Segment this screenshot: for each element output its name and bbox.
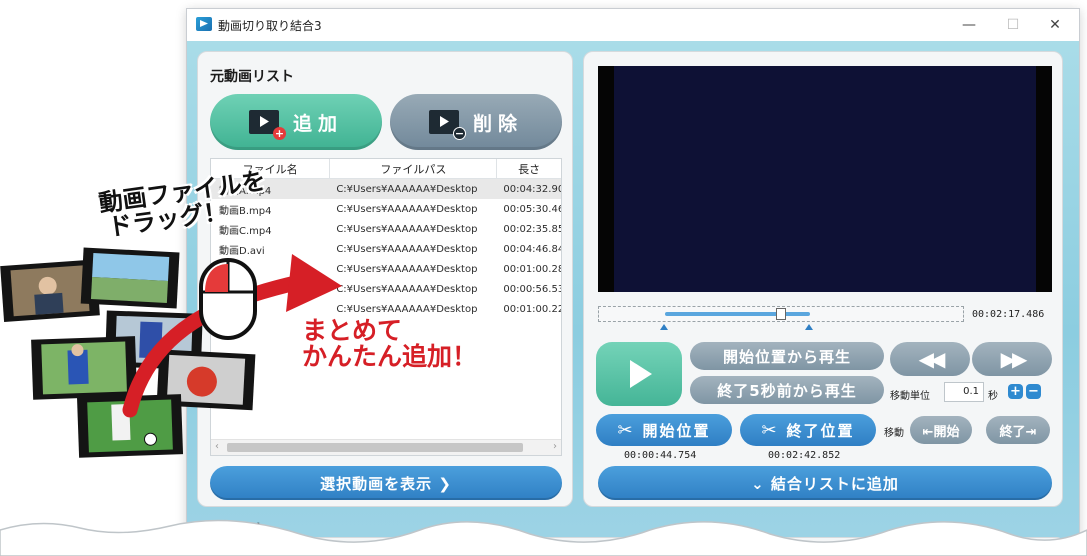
play-5s-before-end-button[interactable]: 終了5秒前から再生 (690, 376, 884, 404)
join-column-end[interactable]: 終了位 (518, 546, 548, 556)
play-from-start-button[interactable]: 開始位置から再生 (690, 342, 884, 370)
decrease-unit-button[interactable]: − (1026, 384, 1041, 399)
set-start-position-button[interactable]: ✂ 開始位置 (596, 414, 732, 446)
row-length: 00:04:46.84 (503, 243, 562, 255)
row-path: C:¥Users¥AAAAAA¥Desktop (336, 223, 478, 235)
table-row[interactable]: C:¥Users¥AAAAAA¥Desktop 00:01:00.28 (211, 259, 561, 279)
row-length: 00:02:35.85 (503, 223, 562, 235)
table-row[interactable]: 動画C.mp4 C:¥Users¥AAAAAA¥Desktop 00:02:35… (211, 219, 561, 239)
column-header-length[interactable]: 長さ (497, 159, 561, 178)
add-to-join-list-button[interactable]: ⌄ 結合リストに追加 (598, 466, 1052, 500)
row-length: 00:01:00.22 (503, 303, 562, 315)
delete-button-label: 削除 (472, 112, 523, 135)
source-list-panel: 元動画リスト + 追加 − 削除 ファイル名 ファイルパス 長さ 動画A.mp4… (197, 51, 573, 507)
film-remove-icon: − (428, 110, 466, 140)
end-position-label: 終了位置 (786, 421, 855, 440)
add-button[interactable]: + 追加 (210, 94, 382, 150)
scroll-right-icon[interactable]: › (553, 441, 557, 452)
add-callout-line1: まとめて (302, 316, 403, 345)
minimize-button[interactable]: — (949, 13, 989, 37)
row-name: 動画D.avi (219, 245, 265, 257)
scissors-icon: ✂ (761, 419, 777, 441)
table-row[interactable]: 動画D.avi C:¥Users¥AAAAAA¥Desktop 00:04:46… (211, 239, 561, 259)
scrollbar-thumb[interactable] (227, 443, 523, 452)
seek-selection-range (664, 312, 811, 316)
end-time: 00:02:42.852 (768, 450, 841, 461)
row-length: 00:05:30.46 (503, 203, 562, 215)
close-button[interactable]: ✕ (1035, 13, 1075, 37)
play-button[interactable] (596, 342, 682, 406)
table-row[interactable]: C:¥Users¥AAAAAA¥Desktop 00:00:56.53 (211, 279, 561, 299)
app-icon (196, 17, 212, 31)
start-time: 00:00:44.754 (624, 450, 697, 461)
horizontal-scrollbar[interactable]: ‹ › (211, 439, 561, 455)
app-window: 動画切り取り結合3 — ☐ ✕ 元動画リスト + 追加 − 削除 ファイル名 フ… (186, 8, 1080, 556)
window-title: 動画切り取り結合3 (218, 19, 322, 33)
move-to-start-button[interactable]: ⇤開始 (910, 416, 972, 444)
end-marker-icon[interactable] (805, 324, 814, 330)
row-path: C:¥Users¥AAAAAA¥Desktop (336, 283, 478, 295)
start-position-label: 開始位置 (642, 421, 711, 440)
film-add-icon: + (248, 110, 286, 140)
stage: 動画切り取り結合3 — ☐ ✕ 元動画リスト + 追加 − 削除 ファイル名 フ… (0, 0, 1087, 556)
source-list-label: 元動画リスト (210, 69, 294, 85)
increase-unit-button[interactable]: + (1008, 384, 1023, 399)
scroll-left-icon[interactable]: ‹ (215, 441, 219, 452)
start-marker-icon[interactable] (659, 324, 668, 330)
maximize-button[interactable]: ☐ (993, 13, 1033, 37)
row-path: C:¥Users¥AAAAAA¥Desktop (336, 263, 478, 275)
set-end-position-button[interactable]: ✂ 終了位置 (740, 414, 876, 446)
move-unit-input[interactable]: 0.1 (944, 382, 984, 402)
row-path: C:¥Users¥AAAAAA¥Desktop (336, 183, 478, 195)
row-length: 00:04:32.90 (503, 183, 562, 195)
join-column-path[interactable]: パス (788, 546, 808, 556)
row-path: C:¥Users¥AAAAAA¥Desktop (336, 243, 478, 255)
add-button-label: 追加 (292, 112, 343, 135)
seek-thumb[interactable] (776, 308, 786, 320)
column-header-path[interactable]: ファイルパス (330, 159, 498, 178)
row-path: C:¥Users¥AAAAAA¥Desktop (336, 303, 478, 315)
add-callout: まとめて かんたん追加！ (302, 316, 478, 372)
move-unit-suffix: 秒 (988, 391, 998, 402)
move-label: 移動 (884, 428, 904, 439)
move-to-end-button[interactable]: 終了⇥ (986, 416, 1050, 444)
join-list-label: 結合リスト (197, 522, 267, 538)
client-area: 元動画リスト + 追加 − 削除 ファイル名 ファイルパス 長さ 動画A.mp4… (187, 41, 1079, 556)
show-selected-video-button[interactable]: 選択動画を表示 ❯ (210, 466, 562, 500)
delete-button[interactable]: − 削除 (390, 94, 562, 150)
forward-button[interactable]: ▶▶ (972, 342, 1052, 376)
move-unit-label: 移動単位 (890, 391, 930, 402)
scissors-icon: ✂ (617, 419, 633, 441)
row-length: 00:01:00.28 (503, 263, 562, 275)
join-list-table[interactable]: 終了位 パス (197, 537, 1063, 556)
seek-bar[interactable] (598, 306, 964, 322)
row-length: 00:00:56.53 (503, 283, 562, 295)
title-bar: 動画切り取り結合3 — ☐ ✕ (187, 9, 1079, 41)
player-panel: 00:02:17.486 開始位置から再生 終了5秒前から再生 ◀◀ ▶▶ 移動… (583, 51, 1063, 507)
video-preview[interactable] (598, 66, 1052, 292)
add-callout-line2: かんたん追加！ (302, 342, 478, 372)
current-time: 00:02:17.486 (972, 309, 1045, 320)
row-path: C:¥Users¥AAAAAA¥Desktop (336, 203, 478, 215)
rewind-button[interactable]: ◀◀ (890, 342, 970, 376)
